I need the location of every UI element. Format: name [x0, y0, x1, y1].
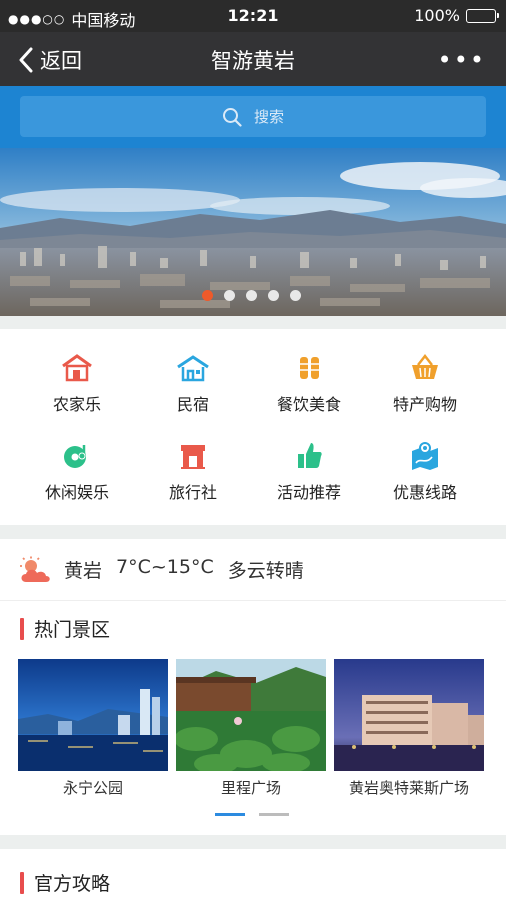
- weather-desc: 多云转晴: [227, 560, 304, 582]
- category-routes[interactable]: 优惠线路: [362, 417, 488, 502]
- category-farmhouse[interactable]: 农家乐: [14, 329, 140, 414]
- pager-indicator[interactable]: [259, 813, 289, 816]
- carousel-dot[interactable]: [268, 290, 279, 301]
- search-placeholder: 搜索: [253, 108, 284, 126]
- hot-spots-section: 热门景区 永宁公园 里程广场 黄岩奥特莱斯广场: [0, 601, 506, 835]
- page-title: 智游黄岩: [211, 49, 295, 73]
- section-title: 官方攻略: [34, 873, 111, 895]
- search-bar: 搜索: [0, 86, 506, 148]
- section-accent-bar: [20, 617, 24, 640]
- farmhouse-icon: [62, 354, 92, 382]
- category-label: 休闲娱乐: [44, 483, 109, 502]
- section-header: 热门景区: [20, 615, 110, 642]
- search-icon: [222, 107, 242, 127]
- spot-image: [334, 659, 484, 771]
- section-title: 热门景区: [34, 619, 111, 641]
- travel-agency-icon: [181, 445, 205, 469]
- category-label: 农家乐: [52, 395, 101, 414]
- weather-city: 黄岩: [64, 560, 103, 582]
- category-label: 活动推荐: [276, 483, 341, 502]
- category-label: 特产购物: [392, 395, 457, 414]
- pager-indicator-active[interactable]: [215, 813, 245, 816]
- category-events[interactable]: 活动推荐: [246, 417, 372, 502]
- carousel-dot[interactable]: [246, 290, 257, 301]
- nav-bar: 返回 智游黄岩 •••: [0, 32, 506, 86]
- carousel-dot[interactable]: [290, 290, 301, 301]
- spot-image: [18, 659, 168, 771]
- battery-status: 100%: [414, 6, 499, 25]
- spot-name: 永宁公园: [62, 779, 123, 797]
- spot-card[interactable]: 永宁公园: [18, 659, 168, 798]
- music-disc-icon: [64, 445, 86, 468]
- spot-card[interactable]: 黄岩奥特莱斯广场: [334, 659, 484, 798]
- category-shopping[interactable]: 特产购物: [362, 329, 488, 414]
- category-label: 民宿: [176, 395, 209, 414]
- category-label: 餐饮美食: [276, 395, 341, 414]
- category-leisure[interactable]: 休闲娱乐: [14, 417, 140, 502]
- status-bar: ●●●○○ 中国移动 12:21 100%: [0, 0, 506, 32]
- carousel-indicator: [202, 290, 301, 301]
- spot-card[interactable]: 里程广场: [176, 659, 326, 798]
- carousel-dot[interactable]: [202, 290, 213, 301]
- more-menu-button[interactable]: •••: [438, 46, 486, 74]
- weather-temp: 7°C~15°C: [116, 556, 214, 578]
- category-travel-agency[interactable]: 旅行社: [130, 417, 256, 502]
- search-input[interactable]: 搜索: [20, 96, 486, 137]
- battery-icon: [466, 8, 499, 23]
- carousel-dot[interactable]: [224, 290, 235, 301]
- official-guide-section: 官方攻略: [0, 849, 506, 900]
- category-food[interactable]: 餐饮美食: [246, 329, 372, 414]
- category-grid: 农家乐 民宿 餐饮美食 特产购物 休闲娱乐 旅行社 活动推荐 优惠线路: [0, 329, 506, 525]
- section-accent-bar: [20, 871, 24, 894]
- shopping-basket-icon: [412, 353, 438, 379]
- spot-name: 里程广场: [220, 779, 281, 797]
- food-icon: [300, 357, 319, 379]
- cloud-sun-icon: [20, 556, 50, 582]
- banner-carousel[interactable]: [0, 148, 506, 316]
- category-label: 旅行社: [168, 483, 217, 502]
- route-map-icon: [412, 442, 438, 470]
- battery-percent: 100%: [414, 6, 460, 25]
- thumbs-up-icon: [298, 443, 322, 468]
- weather-bar[interactable]: 黄岩 7°C~15°C 多云转晴: [0, 539, 506, 601]
- category-label: 优惠线路: [392, 483, 457, 502]
- spot-name: 黄岩奥特莱斯广场: [348, 779, 469, 797]
- section-header: 官方攻略: [20, 869, 110, 896]
- spot-image: [176, 659, 326, 771]
- homestay-icon: [177, 355, 209, 382]
- category-homestay[interactable]: 民宿: [130, 329, 256, 414]
